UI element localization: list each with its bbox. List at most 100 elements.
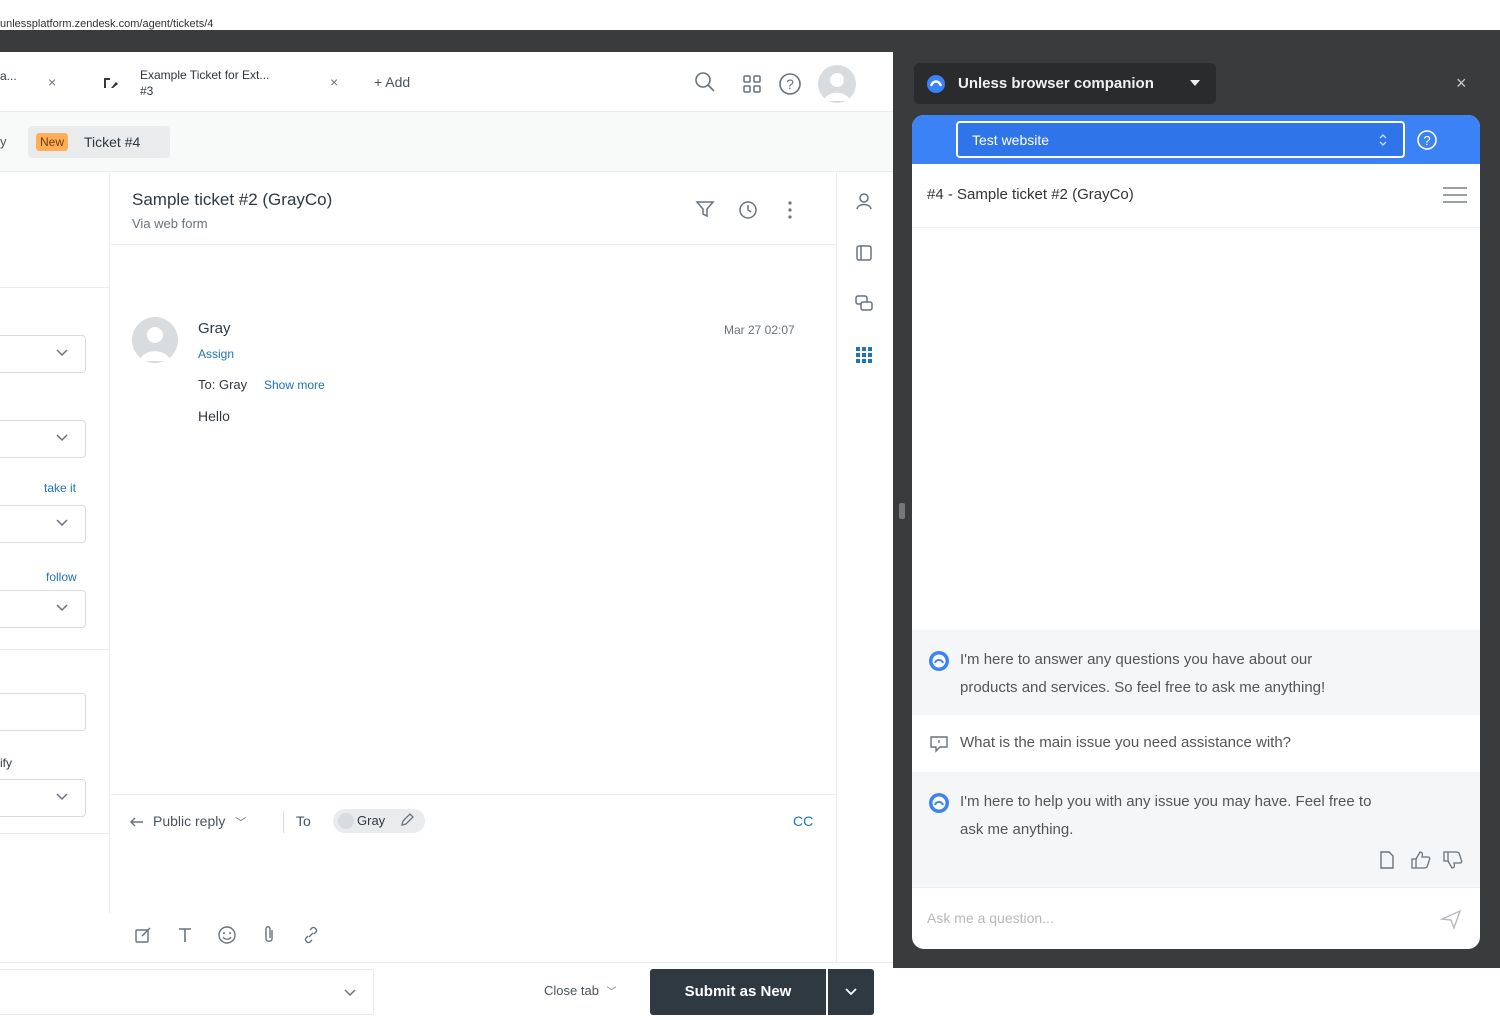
bot-avatar-icon (928, 792, 950, 814)
show-more-link[interactable]: Show more (264, 378, 325, 392)
knowledge-book-icon[interactable] (854, 243, 874, 263)
tab-ticket-3[interactable]: Example Ticket for Ext... #3 (140, 67, 320, 99)
unless-logo-icon (926, 74, 946, 94)
ticket-header: Sample ticket #2 (GrayCo) Via web form (111, 173, 836, 245)
updown-chevron-icon (1379, 133, 1387, 147)
chevron-down-icon (56, 793, 68, 801)
reply-type-dropdown[interactable]: Public reply ﹀ (153, 813, 246, 830)
breadcrumb-label: Ticket #4 (84, 134, 141, 150)
help-icon[interactable]: ? (1416, 129, 1438, 151)
close-tab-label: Close tab (544, 983, 599, 998)
macro-select[interactable] (0, 969, 374, 1015)
recipient-name: Gray (357, 813, 386, 828)
chevron-down-icon (56, 434, 68, 442)
to-label: To (296, 813, 311, 829)
ask-question-input[interactable]: Ask me a question... (912, 887, 1480, 949)
close-tab-dropdown[interactable]: Close tab ﹀ (544, 983, 617, 998)
companion-card: Test website ? #4 - Sample ticket #2 (Gr… (912, 115, 1480, 949)
property-select-2[interactable] (0, 420, 86, 458)
thumbs-down-icon[interactable] (1442, 850, 1464, 870)
svg-text:?: ? (786, 76, 794, 92)
chevron-down-icon (56, 519, 68, 527)
text-format-icon[interactable] (177, 925, 193, 945)
context-title: #4 - Sample ticket #2 (GrayCo) (927, 186, 1134, 203)
add-tab-button[interactable]: + Add (374, 74, 410, 90)
browser-toolbar-strip (0, 30, 1500, 52)
input-placeholder: Ask me a question... (927, 910, 1054, 926)
search-icon[interactable] (694, 71, 716, 93)
apps-grid-icon[interactable] (742, 74, 762, 94)
context-rail (836, 173, 893, 963)
ticket-channel: Via web form (132, 216, 208, 231)
address-bar-text[interactable]: unlessplatform.zendesk.com/agent/tickets… (0, 18, 213, 30)
link-icon[interactable] (301, 925, 321, 945)
ticket-tab-icon (102, 74, 120, 90)
website-select-value: Test website (972, 132, 1050, 148)
divider (0, 287, 110, 288)
property-select-1[interactable] (0, 335, 86, 373)
ticket-title: Sample ticket #2 (GrayCo) (132, 190, 333, 209)
chat-suggested-question[interactable]: What is the main issue you need assistan… (912, 715, 1480, 772)
browser-chrome: unlessplatform.zendesk.com/agent/tickets… (0, 0, 1500, 52)
tab-1-close-icon[interactable]: × (48, 74, 56, 90)
property-select-priority[interactable] (0, 779, 86, 817)
follow-link[interactable]: follow (46, 570, 77, 584)
chat-message-bot: I'm here to answer any questions you hav… (912, 630, 1480, 715)
caret-down-icon (1190, 80, 1200, 86)
send-icon[interactable] (1440, 908, 1462, 930)
breadcrumb-previous[interactable]: y (0, 134, 7, 149)
reply-type-label: Public reply (153, 813, 226, 829)
tab-2-close-icon[interactable]: × (330, 74, 338, 90)
submit-options-button[interactable] (828, 969, 874, 1015)
compose-format-icon[interactable] (133, 925, 153, 945)
hamburger-menu-icon[interactable] (1442, 185, 1468, 205)
svg-text:?: ? (1423, 133, 1430, 148)
followers-select[interactable] (0, 590, 86, 628)
divider (283, 811, 284, 833)
history-icon[interactable] (737, 199, 759, 221)
edit-pencil-icon[interactable] (399, 812, 415, 828)
chat-text: I'm here to help you with any issue you … (960, 793, 1372, 838)
tab-1-partial-title[interactable]: a... (0, 69, 17, 83)
bot-avatar-icon (928, 650, 950, 672)
question-bubble-icon (928, 734, 950, 754)
attachment-icon[interactable] (261, 925, 277, 945)
chevron-down-icon (56, 604, 68, 612)
helpdesk-app: a... × Example Ticket for Ext... #3 × + … (0, 52, 893, 1020)
property-text-field[interactable] (0, 693, 86, 731)
ticket-subbar: y New Ticket #4 (0, 112, 893, 172)
cc-link[interactable]: CC (793, 813, 813, 829)
apps-dots-icon[interactable] (854, 345, 874, 365)
copy-document-icon[interactable] (1378, 850, 1396, 870)
chat-bubbles-icon[interactable] (854, 293, 874, 313)
ticket-footer: Close tab ﹀ Submit as New (0, 962, 893, 1020)
message-author: Gray (198, 320, 231, 337)
user-avatar[interactable] (818, 65, 856, 103)
chat-message-bot: I'm here to help you with any issue you … (912, 772, 1480, 887)
tab-title: Example Ticket for Ext... (140, 68, 270, 82)
assignee-select[interactable] (0, 505, 86, 543)
take-it-link[interactable]: take it (44, 481, 76, 495)
emoji-icon[interactable] (217, 925, 237, 945)
breadcrumb-current-ticket[interactable]: New Ticket #4 (28, 126, 170, 158)
more-options-icon[interactable] (785, 199, 795, 221)
user-profile-icon[interactable] (854, 191, 874, 211)
divider (0, 649, 110, 650)
companion-switcher[interactable]: Unless browser companion (914, 63, 1216, 104)
requester-avatar (132, 317, 178, 363)
chevron-down-icon: ﹀ (606, 987, 617, 998)
website-select[interactable]: Test website (956, 121, 1405, 158)
help-icon[interactable]: ? (778, 72, 802, 96)
recipient-avatar (338, 813, 354, 829)
message-recipients: To: Gray (198, 377, 248, 392)
submit-button[interactable]: Submit as New (650, 969, 826, 1015)
resize-handle[interactable] (899, 503, 905, 519)
filter-icon[interactable] (695, 199, 715, 219)
close-panel-icon[interactable]: × (1456, 73, 1467, 94)
chat-text: What is the main issue you need assistan… (960, 734, 1292, 751)
tab-bar: a... × Example Ticket for Ext... #3 × + … (0, 52, 893, 112)
assign-link[interactable]: Assign (198, 347, 234, 361)
recipient-pill[interactable]: Gray (333, 809, 425, 833)
reply-composer[interactable]: Public reply ﹀ To Gray CC (111, 794, 836, 962)
thumbs-up-icon[interactable] (1410, 850, 1432, 870)
